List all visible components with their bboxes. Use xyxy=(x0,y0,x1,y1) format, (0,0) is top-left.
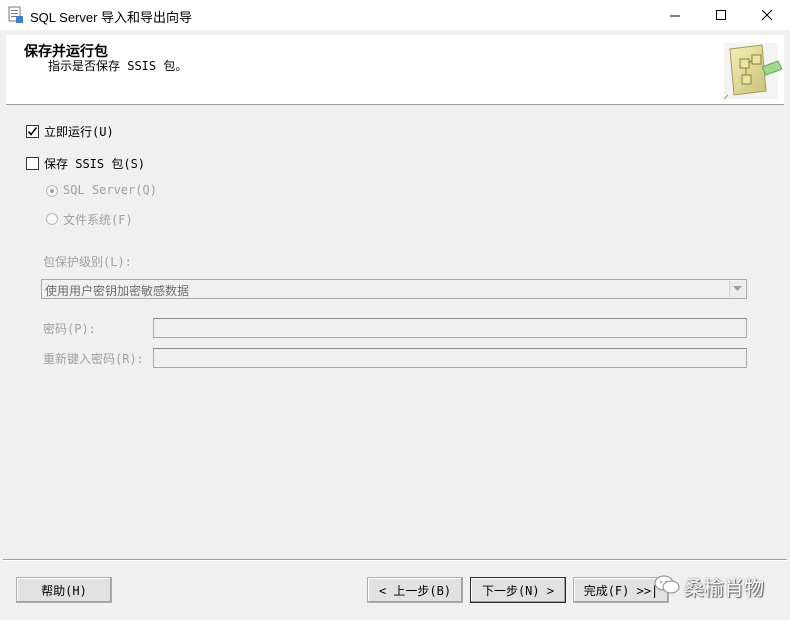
help-button[interactable]: 帮助(H) xyxy=(16,577,112,603)
file-system-label[interactable]: 文件系统(F) xyxy=(63,211,133,228)
back-button[interactable]: < 上一步(B) xyxy=(367,577,463,603)
password-field[interactable] xyxy=(153,318,747,338)
protection-level-label: 包保护级别(L): xyxy=(43,255,132,269)
protection-level-value: 使用用户密钥加密敏感数据 xyxy=(45,284,190,298)
page-subtitle: 指示是否保存 SSIS 包。 xyxy=(48,59,188,73)
sql-server-label[interactable]: SQL Server(Q) xyxy=(63,183,157,197)
password-label: 密码(P): xyxy=(43,322,96,336)
save-ssis-label[interactable]: 保存 SSIS 包(S) xyxy=(44,155,145,172)
app-icon xyxy=(8,6,24,24)
window-title: SQL Server 导入和导出向导 xyxy=(30,10,193,25)
file-system-radio[interactable] xyxy=(46,213,58,225)
minimize-button[interactable] xyxy=(652,0,698,30)
watermark-text: 桑榆肖物 xyxy=(684,575,764,600)
run-immediately-label[interactable]: 立即运行(U) xyxy=(44,123,114,140)
run-immediately-checkbox[interactable] xyxy=(26,125,39,138)
close-button[interactable] xyxy=(744,0,790,30)
title-bar: SQL Server 导入和导出向导 xyxy=(0,0,790,30)
next-button[interactable]: 下一步(N) > xyxy=(470,577,566,603)
reenter-password-label: 重新键入密码(R): xyxy=(43,352,144,366)
chat-bubble-icon xyxy=(654,574,680,599)
footer-divider-highlight xyxy=(3,560,787,561)
maximize-button[interactable] xyxy=(698,0,744,30)
sql-server-radio[interactable] xyxy=(46,185,58,197)
save-ssis-checkbox[interactable] xyxy=(26,157,39,170)
close-icon xyxy=(761,9,773,21)
chevron-down-icon[interactable] xyxy=(729,281,745,297)
package-icon xyxy=(722,39,784,101)
watermark: 桑榆肖物 xyxy=(654,572,774,600)
reenter-password-field[interactable] xyxy=(153,348,747,368)
protection-level-dropdown[interactable]: 使用用户密钥加密敏感数据 xyxy=(41,279,747,299)
minimize-icon xyxy=(669,10,681,21)
maximize-icon xyxy=(715,9,727,21)
wizard-header: 保存并运行包 指示是否保存 SSIS 包。 xyxy=(6,35,784,105)
